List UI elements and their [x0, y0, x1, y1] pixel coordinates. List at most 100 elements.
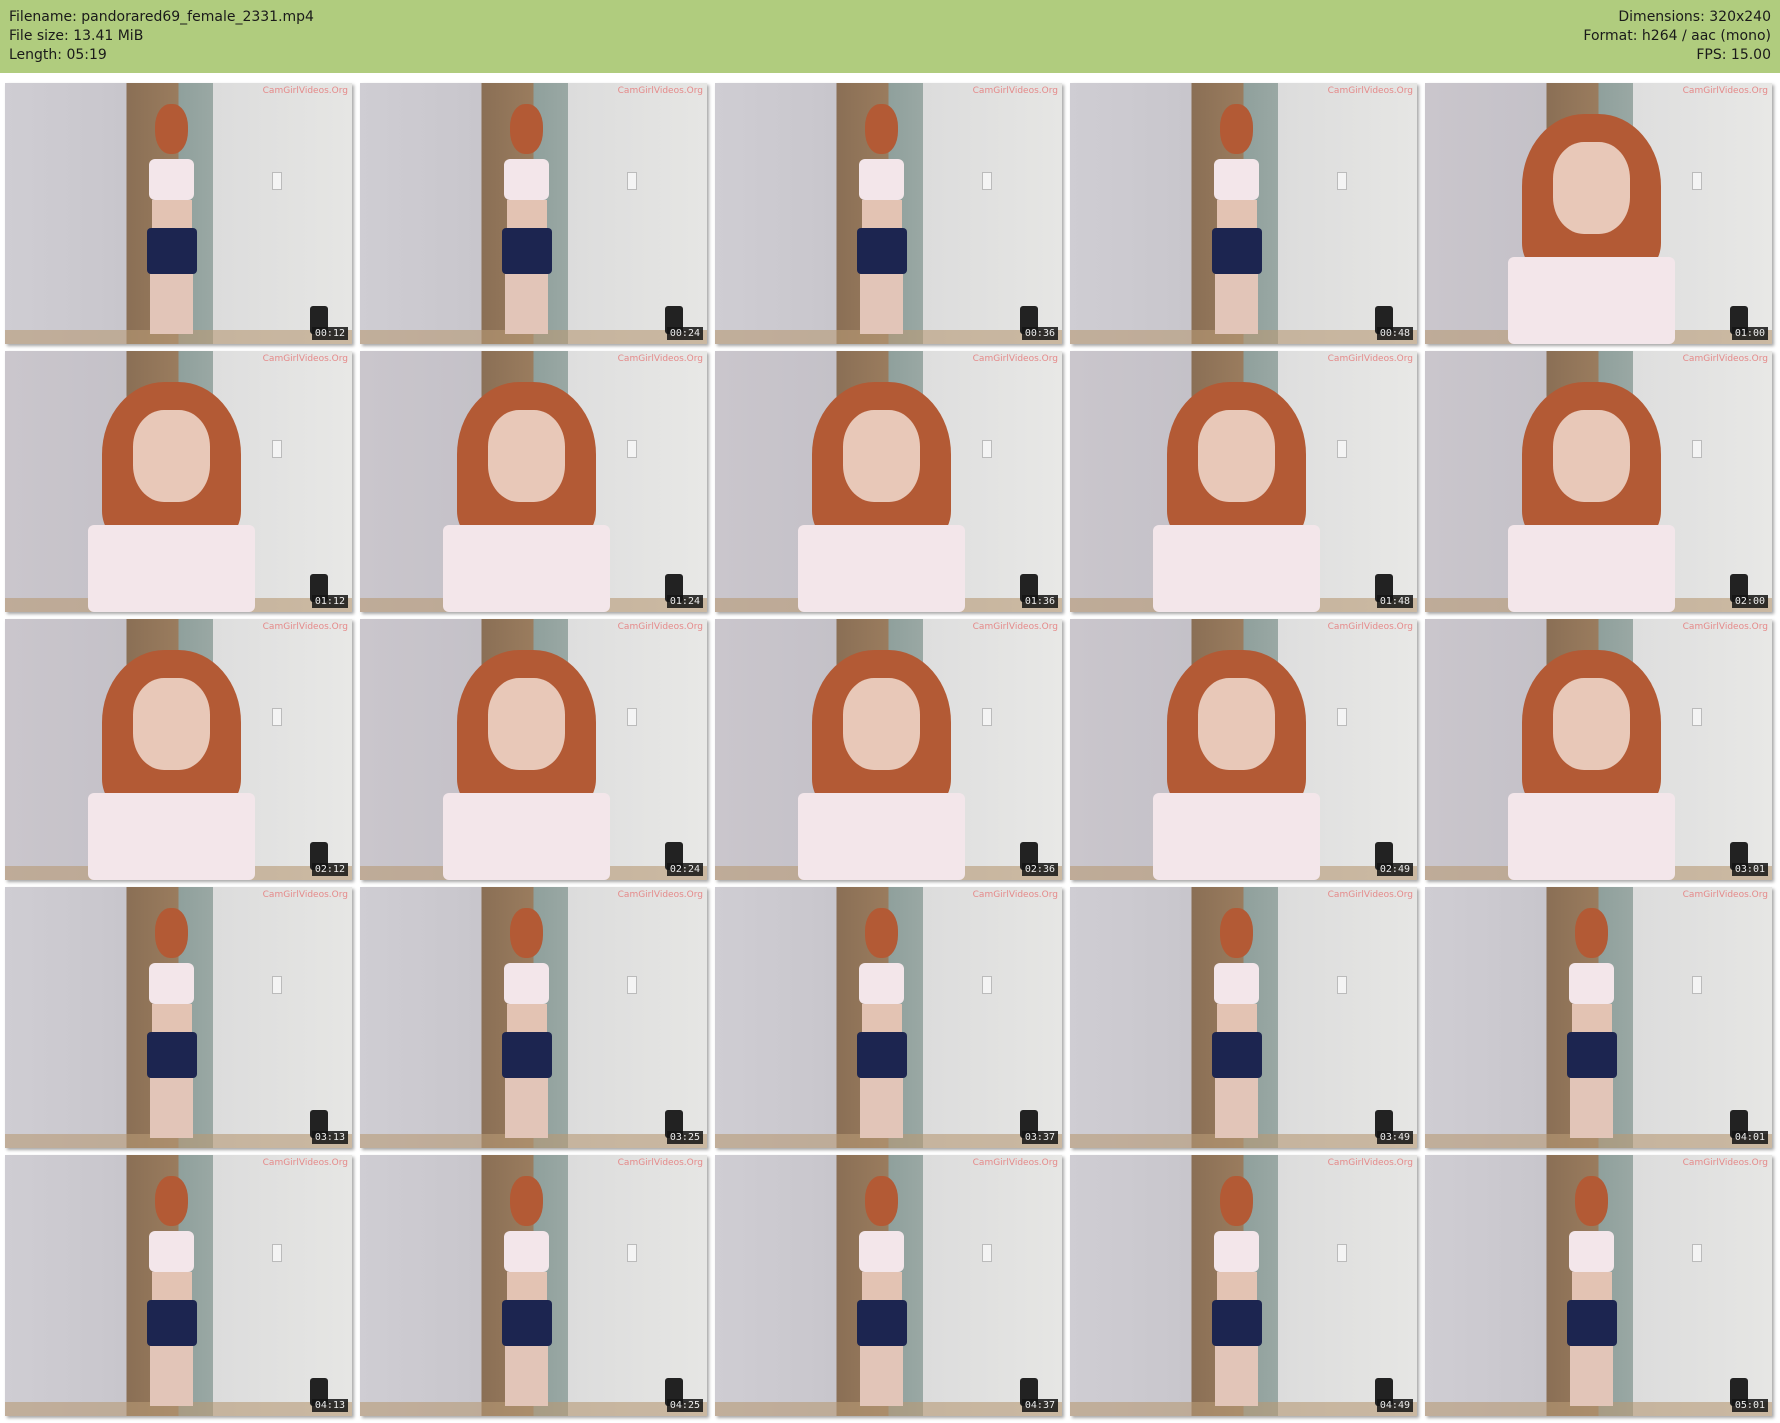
video-thumbnail[interactable]: CamGirlVideos.Org 00:24 — [360, 83, 707, 344]
light-switch — [1692, 707, 1703, 726]
video-thumbnail[interactable]: CamGirlVideos.Org 00:12 — [5, 83, 352, 344]
hair — [509, 907, 544, 959]
video-thumbnail[interactable]: CamGirlVideos.Org 01:12 — [5, 351, 352, 612]
timestamp: 01:24 — [666, 595, 703, 608]
timestamp: 02:00 — [1731, 595, 1768, 608]
person-figure — [443, 382, 610, 612]
legs — [505, 273, 548, 334]
video-thumbnail[interactable]: CamGirlVideos.Org 04:01 — [1425, 887, 1772, 1148]
thumbnail-grid: CamGirlVideos.Org 00:12 CamGirlVideos.Org 0… — [5, 83, 1772, 1416]
top — [798, 792, 965, 880]
person-figure — [1564, 907, 1620, 1138]
top — [504, 158, 549, 201]
light-switch — [1337, 439, 1348, 458]
skin — [1571, 1272, 1612, 1300]
top — [88, 524, 255, 612]
person-figure — [1508, 382, 1675, 612]
top — [1153, 524, 1320, 612]
watermark: CamGirlVideos.Org — [972, 1158, 1058, 1168]
person-figure — [144, 907, 200, 1138]
shorts — [856, 1031, 907, 1078]
person-figure — [854, 103, 910, 334]
header-right: Dimensions: 320x240 Format: h264 / aac (… — [1583, 8, 1771, 65]
video-thumbnail[interactable]: CamGirlVideos.Org 02:00 — [1425, 351, 1772, 612]
video-thumbnail[interactable]: CamGirlVideos.Org 01:48 — [1070, 351, 1417, 612]
video-thumbnail[interactable]: CamGirlVideos.Org 02:12 — [5, 619, 352, 880]
timestamp: 00:24 — [666, 327, 703, 340]
video-thumbnail[interactable]: CamGirlVideos.Org 01:00 — [1425, 83, 1772, 344]
hair — [509, 1175, 544, 1227]
video-thumbnail[interactable]: CamGirlVideos.Org 04:25 — [360, 1155, 707, 1416]
video-thumbnail[interactable]: CamGirlVideos.Org 00:36 — [715, 83, 1062, 344]
light-switch — [272, 439, 283, 458]
skin — [1216, 1272, 1257, 1300]
shorts — [146, 1031, 197, 1078]
top — [859, 1230, 904, 1273]
shorts — [501, 1299, 552, 1346]
timestamp: 03:01 — [1731, 863, 1768, 876]
watermark: CamGirlVideos.Org — [1682, 1158, 1768, 1168]
skin — [132, 409, 211, 502]
timestamp: 00:48 — [1376, 327, 1413, 340]
top — [443, 792, 610, 880]
legs — [150, 273, 193, 334]
top — [798, 524, 965, 612]
top — [1569, 1230, 1614, 1273]
video-thumbnail[interactable]: CamGirlVideos.Org 01:36 — [715, 351, 1062, 612]
top — [1153, 792, 1320, 880]
video-thumbnail[interactable]: CamGirlVideos.Org 03:25 — [360, 887, 707, 1148]
skin — [842, 409, 921, 502]
watermark: CamGirlVideos.Org — [1327, 890, 1413, 900]
watermark: CamGirlVideos.Org — [262, 890, 348, 900]
skin — [1216, 200, 1257, 228]
skin — [861, 1272, 902, 1300]
skin — [1552, 409, 1631, 502]
light-switch — [982, 707, 993, 726]
video-thumbnail[interactable]: CamGirlVideos.Org 04:13 — [5, 1155, 352, 1416]
watermark: CamGirlVideos.Org — [972, 86, 1058, 96]
person-figure — [443, 650, 610, 880]
watermark: CamGirlVideos.Org — [972, 890, 1058, 900]
light-switch — [627, 1243, 638, 1262]
video-thumbnail[interactable]: CamGirlVideos.Org 04:37 — [715, 1155, 1062, 1416]
watermark: CamGirlVideos.Org — [262, 622, 348, 632]
person-figure — [1153, 382, 1320, 612]
skin — [487, 677, 566, 770]
format: Format: h264 / aac (mono) — [1583, 28, 1771, 44]
video-thumbnail[interactable]: CamGirlVideos.Org 02:24 — [360, 619, 707, 880]
top — [1508, 524, 1675, 612]
top — [1214, 158, 1259, 201]
timestamp: 04:37 — [1021, 1399, 1058, 1412]
timestamp: 04:13 — [311, 1399, 348, 1412]
watermark: CamGirlVideos.Org — [262, 354, 348, 364]
light-switch — [272, 707, 283, 726]
video-thumbnail[interactable]: CamGirlVideos.Org 03:01 — [1425, 619, 1772, 880]
timestamp: 02:36 — [1021, 863, 1058, 876]
timestamp: 04:01 — [1731, 1131, 1768, 1144]
timestamp: 00:12 — [311, 327, 348, 340]
video-thumbnail[interactable]: CamGirlVideos.Org 02:36 — [715, 619, 1062, 880]
dimensions: Dimensions: 320x240 — [1618, 9, 1771, 25]
person-figure — [144, 103, 200, 334]
video-thumbnail[interactable]: CamGirlVideos.Org 02:49 — [1070, 619, 1417, 880]
skin — [506, 200, 547, 228]
legs — [860, 273, 903, 334]
hair — [864, 1175, 899, 1227]
video-thumbnail[interactable]: CamGirlVideos.Org 04:49 — [1070, 1155, 1417, 1416]
light-switch — [627, 171, 638, 190]
video-thumbnail[interactable]: CamGirlVideos.Org 03:37 — [715, 887, 1062, 1148]
person-figure — [1209, 103, 1265, 334]
video-thumbnail[interactable]: CamGirlVideos.Org 01:24 — [360, 351, 707, 612]
video-thumbnail[interactable]: CamGirlVideos.Org 03:13 — [5, 887, 352, 1148]
length: Length: 05:19 — [9, 47, 107, 63]
watermark: CamGirlVideos.Org — [617, 86, 703, 96]
shorts — [1211, 227, 1262, 274]
shorts — [1566, 1299, 1617, 1346]
person-figure — [854, 907, 910, 1138]
watermark: CamGirlVideos.Org — [262, 1158, 348, 1168]
legs — [860, 1345, 903, 1406]
video-thumbnail[interactable]: CamGirlVideos.Org 05:01 — [1425, 1155, 1772, 1416]
person-figure — [1153, 650, 1320, 880]
video-thumbnail[interactable]: CamGirlVideos.Org 03:49 — [1070, 887, 1417, 1148]
video-thumbnail[interactable]: CamGirlVideos.Org 00:48 — [1070, 83, 1417, 344]
